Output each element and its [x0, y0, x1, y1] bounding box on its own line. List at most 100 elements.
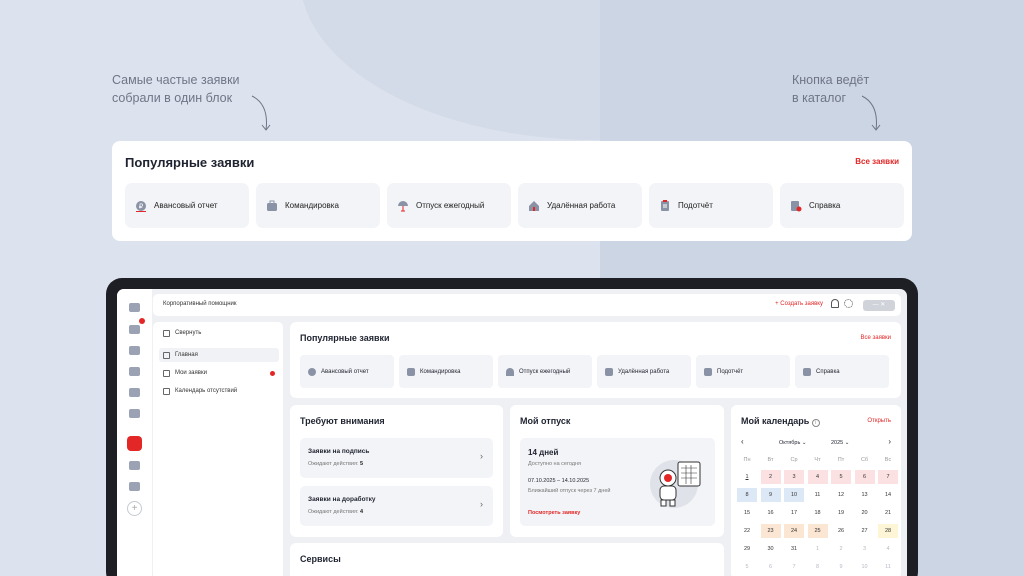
- tile-label: Удалённая работа: [618, 368, 670, 375]
- suitcase-icon: [407, 367, 415, 376]
- side-navigation: Свернуть Главная Мои заявки Календарь от…: [153, 322, 283, 576]
- create-request-button[interactable]: + Создать заявку: [775, 301, 823, 307]
- calendar-day[interactable]: 30: [761, 542, 781, 556]
- calendar-day[interactable]: 8: [808, 560, 828, 574]
- umbrella-icon: [398, 200, 408, 211]
- video-app-icon[interactable]: [129, 388, 140, 397]
- calendar-day[interactable]: 2: [760, 470, 781, 484]
- calendar-day[interactable]: 14: [878, 488, 898, 502]
- calendar-day[interactable]: 7: [784, 560, 804, 574]
- tile-business-trip[interactable]: Командировка: [399, 355, 493, 388]
- file-app-icon[interactable]: [129, 482, 140, 491]
- chevron-right-icon: ›: [480, 499, 483, 509]
- active-app-icon[interactable]: [127, 436, 142, 451]
- vacation-available: Доступно на сегодня: [528, 461, 582, 467]
- chevron-right-icon: ›: [480, 451, 483, 461]
- calendar-day[interactable]: 24: [784, 524, 804, 538]
- tile-remote-work[interactable]: Удалённая работа: [518, 183, 642, 228]
- calendar-day[interactable]: 7: [878, 470, 898, 484]
- tile-accountable[interactable]: Подотчёт: [649, 183, 773, 228]
- month-select[interactable]: Октябрь ⌄: [779, 440, 806, 446]
- sidebar-item-home[interactable]: Главная: [159, 348, 279, 362]
- calendar-day[interactable]: 5: [737, 560, 757, 574]
- all-requests-link[interactable]: Все заявки: [855, 157, 899, 166]
- calendar-day[interactable]: 8: [737, 488, 757, 502]
- tile-remote-work[interactable]: Удалённая работа: [597, 355, 691, 388]
- calendar-day[interactable]: 4: [878, 542, 898, 556]
- info-icon[interactable]: i: [811, 419, 820, 427]
- calendar-day[interactable]: 13: [855, 488, 875, 502]
- calendar-day[interactable]: 1: [808, 542, 828, 556]
- calendar-day[interactable]: 3: [855, 542, 875, 556]
- calendar-day[interactable]: 1: [737, 470, 757, 484]
- bot-app-icon[interactable]: [129, 325, 140, 334]
- calendar-day[interactable]: 10: [855, 560, 875, 574]
- tile-certificate[interactable]: Справка: [795, 355, 889, 388]
- request-rework-item[interactable]: Заявки на доработку Ожидают действия: 4 …: [300, 486, 493, 526]
- home-app-icon[interactable]: [129, 303, 140, 312]
- tile-annual-leave[interactable]: Отпуск ежегодный: [498, 355, 592, 388]
- calendar-day[interactable]: 2: [831, 542, 851, 556]
- calendar-day[interactable]: 16: [761, 506, 781, 520]
- calendar-day[interactable]: 20: [855, 506, 875, 520]
- people-app-icon[interactable]: [129, 346, 140, 355]
- sidebar-item-my-requests[interactable]: Мои заявки: [159, 366, 279, 380]
- sidebar-item-label: Мои заявки: [175, 370, 207, 376]
- tile-certificate[interactable]: Справка: [780, 183, 904, 228]
- calendar-day[interactable]: 6: [854, 470, 875, 484]
- calendar-day[interactable]: 6: [761, 560, 781, 574]
- open-calendar-link[interactable]: Открыть: [867, 418, 891, 424]
- status-count: 4: [360, 509, 364, 515]
- calendar-day[interactable]: 17: [784, 506, 804, 520]
- tile-advance-report[interactable]: ₽ Авансовый отчет: [125, 183, 249, 228]
- tile-advance-report[interactable]: Авансовый отчет: [300, 355, 394, 388]
- tasks-app-icon[interactable]: [129, 409, 140, 418]
- calendar-day[interactable]: 10: [784, 488, 804, 502]
- prev-month-icon[interactable]: ‹: [741, 437, 744, 446]
- calendar-day[interactable]: 11: [878, 560, 898, 574]
- calendar-day[interactable]: 3: [784, 470, 804, 484]
- status-prefix: Ожидают действия:: [308, 509, 359, 515]
- calendar-day[interactable]: 12: [831, 488, 851, 502]
- request-sign-item[interactable]: Заявки на подпись Ожидают действия: 5 ›: [300, 438, 493, 478]
- collapse-label: Свернуть: [175, 330, 202, 336]
- calendar-day[interactable]: 19: [831, 506, 851, 520]
- calendar-day[interactable]: 31: [784, 542, 804, 556]
- vacation-range: 07.10.2025 – 14.10.2025: [528, 478, 590, 484]
- calendar-day[interactable]: 5: [831, 470, 851, 484]
- tile-accountable[interactable]: Подотчёт: [696, 355, 790, 388]
- icon-rail: +: [117, 289, 152, 576]
- calendar-day[interactable]: 29: [737, 542, 757, 556]
- calendar-day[interactable]: 4: [807, 470, 828, 484]
- bell-icon[interactable]: [831, 299, 839, 308]
- collapse-button[interactable]: Свернуть: [159, 326, 279, 340]
- window-controls[interactable]: — ✕: [863, 300, 895, 311]
- calendar-day[interactable]: 23: [760, 524, 781, 538]
- calendar-day[interactable]: 21: [878, 506, 898, 520]
- calendar-day[interactable]: 9: [831, 560, 851, 574]
- sidebar-item-absence-calendar[interactable]: Календарь отсутствий: [159, 384, 279, 398]
- gear-icon[interactable]: [844, 299, 853, 308]
- calendar-day[interactable]: 26: [831, 524, 851, 538]
- folder-app-icon[interactable]: [129, 461, 140, 470]
- calendar-day[interactable]: 18: [808, 506, 828, 520]
- calendar-day[interactable]: 11: [808, 488, 828, 502]
- add-app-icon[interactable]: +: [127, 501, 142, 516]
- tile-annual-leave[interactable]: Отпуск ежегодный: [387, 183, 511, 228]
- calendar-day[interactable]: 15: [737, 506, 757, 520]
- calendar-day[interactable]: 22: [737, 524, 757, 538]
- view-request-link[interactable]: Посмотреть заявку: [528, 510, 580, 516]
- all-requests-link[interactable]: Все заявки: [860, 335, 891, 341]
- tile-business-trip[interactable]: Командировка: [256, 183, 380, 228]
- annotation-left-line: собрали в один блок: [112, 91, 233, 105]
- notification-dot: [270, 370, 275, 376]
- calendar-day[interactable]: 9: [760, 488, 781, 502]
- calendar-day[interactable]: 27: [855, 524, 875, 538]
- next-month-icon[interactable]: ›: [888, 437, 891, 446]
- grid-app-icon[interactable]: [129, 367, 140, 376]
- calendar-day[interactable]: 25: [807, 524, 828, 538]
- calendar-day[interactable]: 28: [878, 524, 898, 538]
- svg-text:₽: ₽: [139, 202, 144, 210]
- collapse-icon: [163, 329, 170, 337]
- year-select[interactable]: 2025 ⌄: [831, 440, 849, 446]
